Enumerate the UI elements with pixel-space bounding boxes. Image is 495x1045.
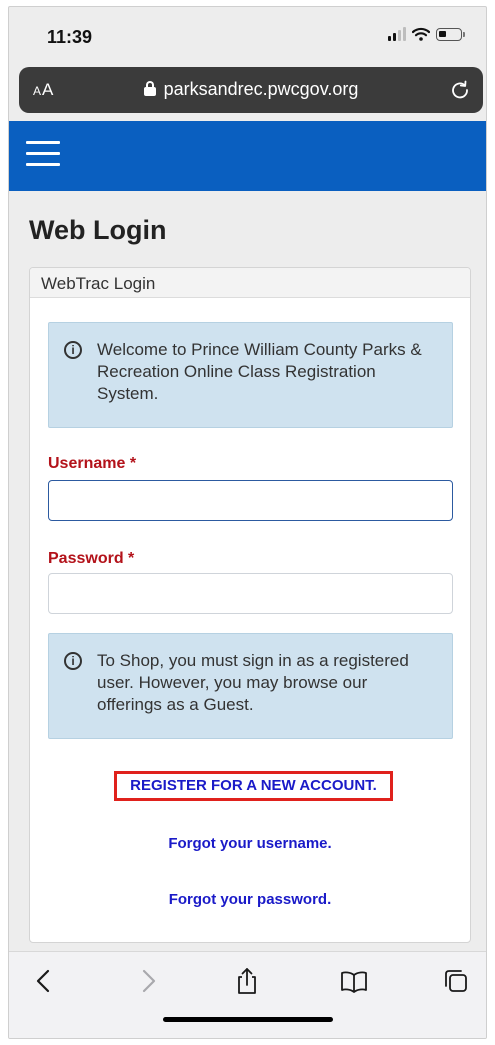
page-title: Web Login: [29, 215, 167, 245]
shop-message: To Shop, you must sign in as a registere…: [97, 651, 409, 714]
welcome-info-box: i Welcome to Prince William County Parks…: [48, 322, 453, 428]
status-icons: [388, 27, 465, 41]
password-label: Password *: [48, 550, 135, 567]
forward-icon[interactable]: [133, 966, 163, 996]
status-time: 11:39: [47, 27, 93, 47]
hamburger-icon[interactable]: [26, 141, 60, 169]
password-input[interactable]: [48, 573, 453, 614]
forgot-username-link[interactable]: Forgot your username.: [30, 835, 470, 852]
reload-icon[interactable]: [449, 79, 471, 101]
address-bar[interactable]: AA parksandrec.pwcgov.org: [19, 67, 483, 113]
login-card: WebTrac Login i Welcome to Prince Willia…: [29, 267, 471, 943]
info-circle-icon: i: [64, 341, 82, 359]
wifi-icon: [412, 27, 430, 41]
forgot-password-link[interactable]: Forgot your password.: [30, 891, 470, 908]
username-label: Username *: [48, 455, 137, 472]
page-content: Web Login WebTrac Login i Welcome to Pri…: [9, 191, 486, 951]
register-account-link[interactable]: REGISTER FOR A NEW ACCOUNT.: [114, 771, 393, 801]
bookmarks-icon[interactable]: [339, 966, 369, 996]
welcome-message: Welcome to Prince William County Parks &…: [97, 340, 422, 403]
card-header: WebTrac Login: [30, 268, 470, 298]
status-bar: 11:39: [9, 7, 486, 59]
home-indicator[interactable]: [163, 1017, 333, 1022]
info-circle-icon: i: [64, 652, 82, 670]
browser-toolbar: [9, 951, 486, 1038]
cellular-signal-icon: [388, 27, 406, 41]
url-text: parksandrec.pwcgov.org: [163, 79, 359, 99]
site-nav-bar: [9, 121, 486, 191]
share-icon[interactable]: [232, 966, 262, 996]
lock-icon: [143, 81, 156, 96]
battery-icon: [436, 27, 465, 41]
phone-screen: 11:39 AA parksandrec.pwcgov.org Web Logi…: [8, 6, 487, 1039]
shop-info-box: i To Shop, you must sign in as a registe…: [48, 633, 453, 739]
username-input[interactable]: [48, 480, 453, 521]
tabs-icon[interactable]: [441, 966, 471, 996]
back-icon[interactable]: [29, 966, 59, 996]
url-display[interactable]: parksandrec.pwcgov.org: [19, 79, 483, 100]
